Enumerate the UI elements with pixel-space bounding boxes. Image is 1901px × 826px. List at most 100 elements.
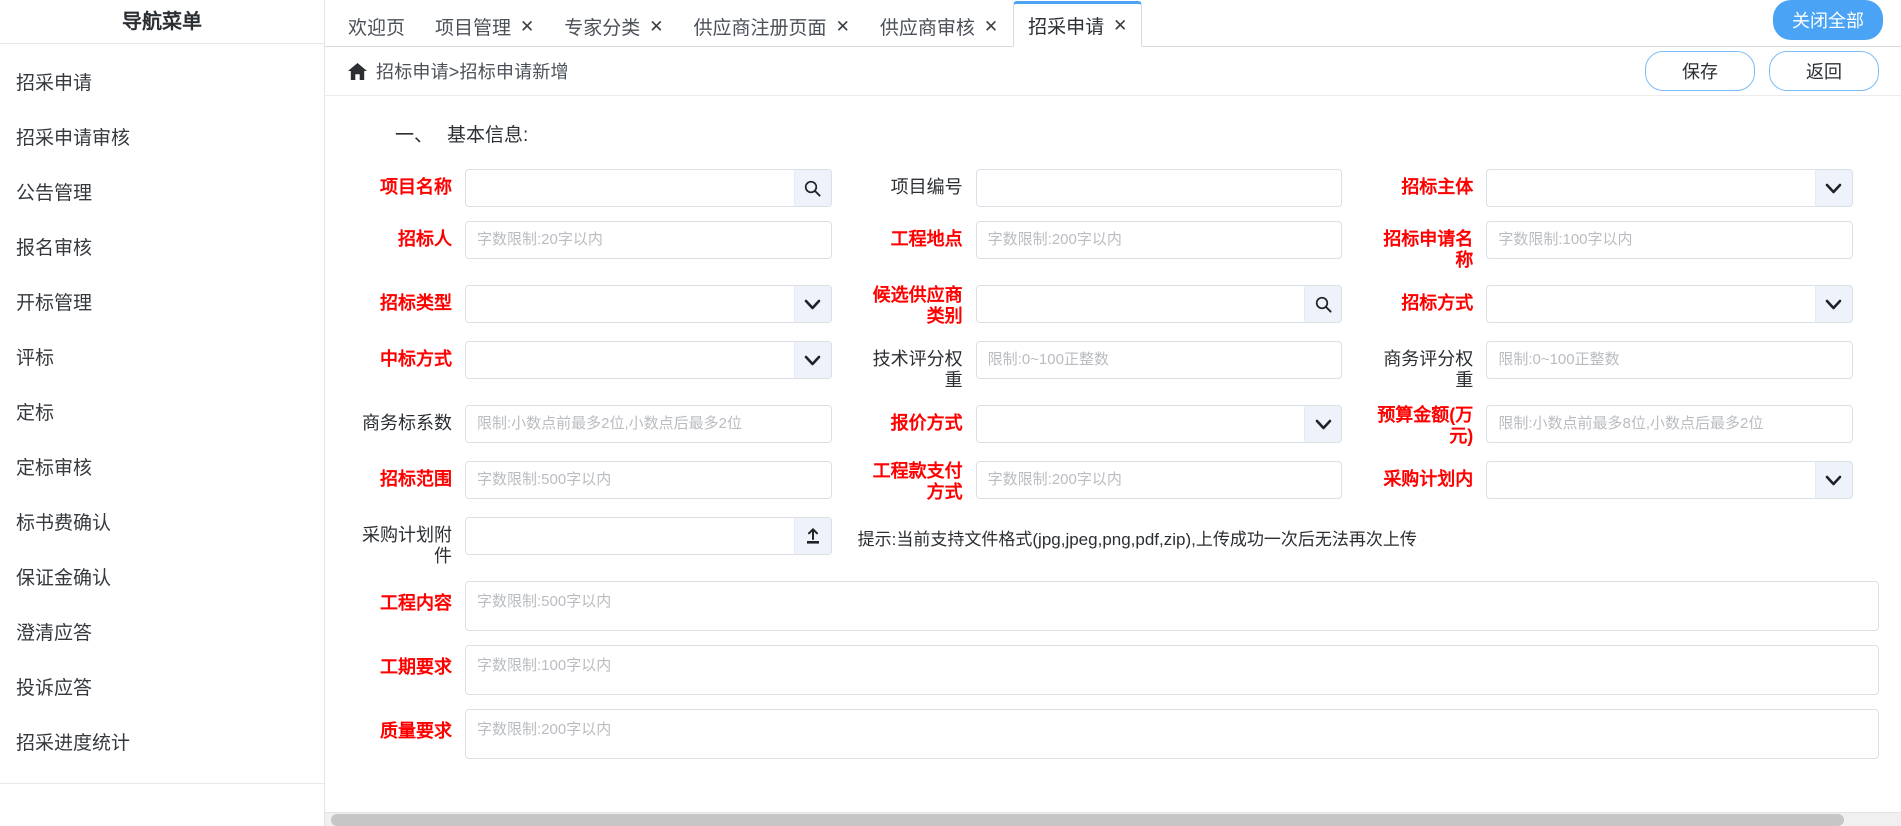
- tab-close-icon[interactable]: ✕: [984, 18, 998, 35]
- sidebar-item-gonggaoguanli[interactable]: 公告管理: [0, 166, 324, 221]
- breadcrumb: 招标申请>招标申请新增: [347, 58, 569, 84]
- bid-scope-input[interactable]: [465, 461, 832, 499]
- chevron-down-icon[interactable]: [793, 341, 832, 379]
- biz-coefficient-input[interactable]: [465, 405, 832, 443]
- field-bid-subject: 招标主体: [1368, 169, 1879, 207]
- plan-attachment-input[interactable]: [465, 517, 794, 555]
- field-control: [975, 461, 1343, 499]
- sidebar-item-kaibiaoguanli[interactable]: 开标管理: [0, 276, 324, 331]
- field-control[interactable]: [975, 405, 1343, 443]
- chevron-down-icon[interactable]: [1814, 169, 1853, 207]
- chevron-down-icon[interactable]: [1304, 405, 1343, 443]
- sidebar-item-pingbiao[interactable]: 评标: [0, 331, 324, 386]
- tab-close-icon[interactable]: ✕: [1113, 17, 1127, 34]
- field-control[interactable]: [1486, 169, 1853, 207]
- search-icon[interactable]: [1304, 285, 1343, 323]
- tab-welcome[interactable]: 欢迎页: [333, 6, 420, 46]
- field-control: [1486, 405, 1853, 443]
- sidebar-item-zhaocaishenqingshenhe[interactable]: 招采申请审核: [0, 111, 324, 166]
- scrollbar-thumb[interactable]: [331, 814, 1844, 826]
- upload-icon[interactable]: [793, 517, 832, 555]
- field-biz-weight: 商务评分权重: [1368, 341, 1879, 391]
- tab-close-icon[interactable]: ✕: [649, 18, 663, 35]
- award-method-select[interactable]: [465, 341, 794, 379]
- project-site-input[interactable]: [975, 221, 1343, 259]
- breadcrumb-bar: 招标申请>招标申请新增 保存 返回: [325, 47, 1901, 96]
- sidebar-item-label: 报名审核: [16, 238, 93, 259]
- project-name-input[interactable]: [465, 169, 794, 207]
- sidebar-item-dingbiaoshenhe[interactable]: 定标审核: [0, 441, 324, 496]
- in-plan-select[interactable]: [1486, 461, 1815, 499]
- chevron-down-icon[interactable]: [793, 285, 832, 323]
- sidebar-item-label: 标书费确认: [16, 513, 112, 534]
- tech-weight-input[interactable]: [975, 341, 1343, 379]
- section-number: 一、: [395, 125, 434, 146]
- quality-requirement-textarea[interactable]: [465, 709, 1879, 759]
- sidebar-item-baozhengjinqueren[interactable]: 保证金确认: [0, 551, 324, 606]
- field-payment-method: 工程款支付方式: [858, 461, 1369, 503]
- sidebar-title: 导航菜单: [0, 0, 324, 44]
- field-bid-method: 招标方式: [1368, 285, 1879, 323]
- tab-project-management[interactable]: 项目管理 ✕: [420, 6, 549, 46]
- tab-close-icon[interactable]: ✕: [836, 18, 850, 35]
- sidebar-item-chengqingyingda[interactable]: 澄清应答: [0, 606, 324, 661]
- tab-label: 招采申请: [1028, 16, 1105, 38]
- field-control[interactable]: [465, 341, 832, 379]
- tab-label: 欢迎页: [348, 18, 406, 39]
- save-button[interactable]: 保存: [1645, 51, 1755, 91]
- chevron-down-icon[interactable]: [1814, 461, 1853, 499]
- form-row-1: 项目名称 项目编号 招标主体: [347, 169, 1879, 207]
- bid-method-select[interactable]: [1486, 285, 1815, 323]
- project-content-textarea[interactable]: [465, 581, 1879, 631]
- field-control: [465, 461, 832, 499]
- field-award-method: 中标方式: [347, 341, 858, 379]
- back-button[interactable]: 返回: [1769, 51, 1879, 91]
- form-row-7: 采购计划附件 提示:当前支持文件格式(jpg,jpeg,png,pdf,zip)…: [347, 517, 1879, 567]
- quote-method-select[interactable]: [975, 405, 1305, 443]
- sidebar-item-label: 定标审核: [16, 458, 93, 479]
- tab-supplier-review[interactable]: 供应商审核 ✕: [865, 6, 1013, 46]
- bid-type-select[interactable]: [465, 285, 794, 323]
- field-candidate-category: 候选供应商类别: [858, 285, 1369, 327]
- field-control[interactable]: [1486, 285, 1853, 323]
- sidebar-item-label: 招采申请审核: [16, 128, 131, 149]
- field-duration-requirement: 工期要求: [347, 645, 1879, 695]
- candidate-category-input[interactable]: [975, 285, 1305, 323]
- close-all-button[interactable]: 关闭全部: [1773, 0, 1883, 40]
- sidebar-item-label: 定标: [16, 403, 55, 424]
- project-code-input[interactable]: [975, 169, 1343, 207]
- field-control: [975, 285, 1343, 323]
- bidder-input[interactable]: [465, 221, 832, 259]
- horizontal-scrollbar[interactable]: [325, 812, 1901, 826]
- field-project-content: 工程内容: [347, 581, 1879, 631]
- field-control[interactable]: [465, 285, 832, 323]
- form-row-4: 中标方式 技术评分权重 限制:0~100正整数 商务评分权重 限制:0~100正…: [347, 341, 1879, 391]
- field-label: 工程地点: [890, 229, 963, 249]
- sidebar: 导航菜单 招采申请 招采申请审核 公告管理 报名审核 开标管理 评标 定标 定标…: [0, 0, 325, 826]
- sidebar-item-zhaocaishenqing[interactable]: 招采申请: [0, 56, 324, 111]
- duration-requirement-textarea[interactable]: [465, 645, 1879, 695]
- sidebar-item-zhaocaijindutongji[interactable]: 招采进度统计: [0, 716, 324, 771]
- search-icon[interactable]: [793, 169, 832, 207]
- apply-name-input[interactable]: [1486, 221, 1853, 259]
- form-row-3: 招标类型 候选供应商类别 招标方式: [347, 285, 1879, 327]
- tab-close-icon[interactable]: ✕: [520, 18, 534, 35]
- home-icon: [347, 62, 368, 81]
- tab-supplier-registration[interactable]: 供应商注册页面 ✕: [679, 6, 865, 46]
- budget-amount-input[interactable]: [1486, 405, 1853, 443]
- bid-subject-select[interactable]: [1486, 169, 1815, 207]
- sidebar-item-biaoshufeiqueren[interactable]: 标书费确认: [0, 496, 324, 551]
- chevron-down-icon[interactable]: [1814, 285, 1853, 323]
- sidebar-item-tousuyingda[interactable]: 投诉应答: [0, 661, 324, 716]
- field-control[interactable]: [1486, 461, 1853, 499]
- tab-list: 欢迎页 项目管理 ✕ 专家分类 ✕ 供应商注册页面 ✕ 供应商审核 ✕ 招采申请…: [325, 0, 1143, 47]
- upload-hint-text: 提示:当前支持文件格式(jpg,jpeg,png,pdf,zip),上传成功一次…: [857, 530, 1417, 549]
- sidebar-item-baomingshenhe[interactable]: 报名审核: [0, 221, 324, 276]
- biz-weight-input[interactable]: [1486, 341, 1853, 379]
- payment-method-input[interactable]: [975, 461, 1343, 499]
- tab-bid-application[interactable]: 招采申请 ✕: [1013, 1, 1143, 47]
- tab-expert-category[interactable]: 专家分类 ✕: [549, 6, 678, 46]
- sidebar-item-dingbiao[interactable]: 定标: [0, 386, 324, 441]
- field-quality-requirement: 质量要求: [347, 709, 1879, 759]
- sidebar-item-label: 澄清应答: [16, 623, 93, 644]
